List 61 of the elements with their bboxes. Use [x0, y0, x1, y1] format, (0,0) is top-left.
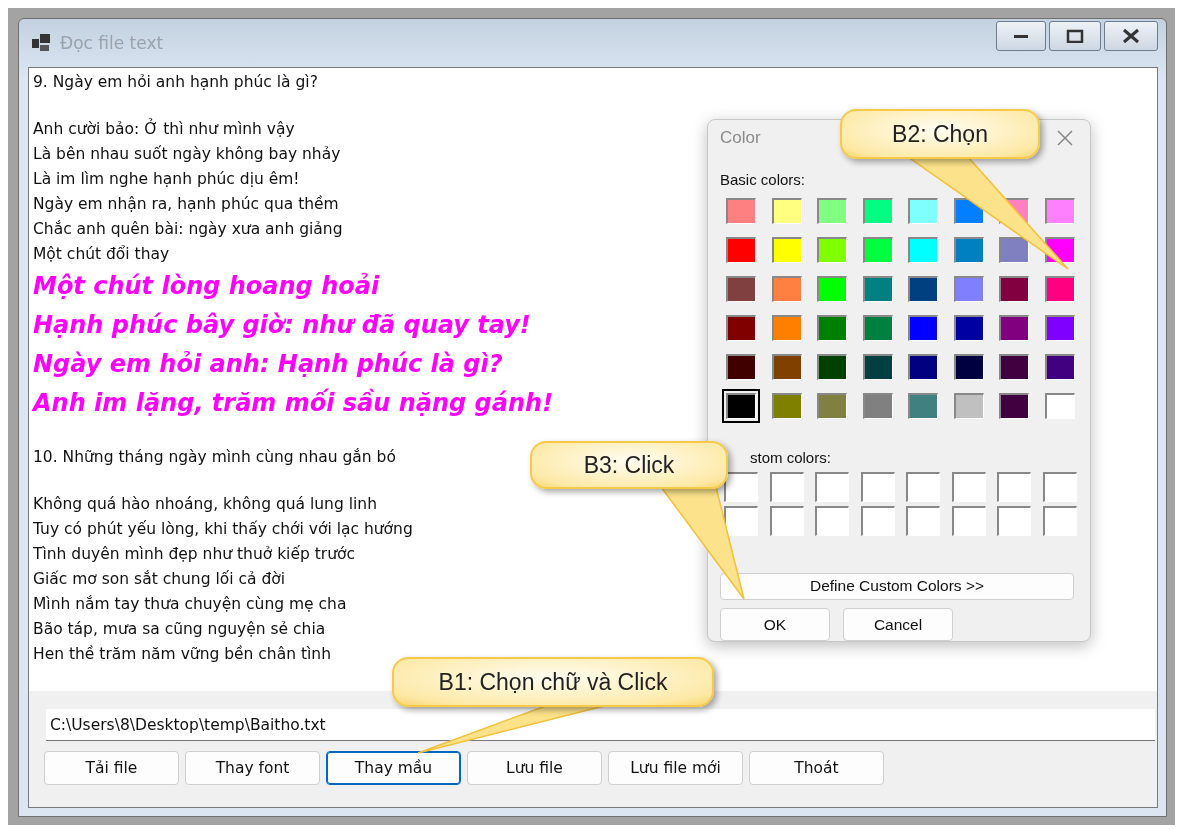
text-line: Không quá hào nhoáng, không quá lung linh	[33, 494, 377, 515]
custom-color-swatch[interactable]	[1042, 505, 1077, 536]
text-line: Tình duyên mình đẹp như thuở kiếp trước	[33, 544, 355, 565]
highlighted-line: Ngày em hỏi anh: Hạnh phúc là gì?	[33, 349, 503, 380]
text-line: Anh cười bảo: Ở thì như mình vậy	[33, 117, 295, 140]
text-line: Một chút đổi thay	[33, 244, 170, 265]
callout: B1: Chọn chữ và Click	[392, 657, 714, 707]
callout: B3: Click	[530, 441, 728, 489]
path-field[interactable]: C:\Users\8\Desktop\temp\Baitho.txt	[46, 709, 1155, 741]
custom-color-swatch[interactable]	[997, 505, 1031, 536]
app-icon	[32, 33, 52, 53]
toolbar-button[interactable]: Thoát	[749, 751, 884, 785]
cancel-button[interactable]: Cancel	[843, 608, 953, 641]
text-line: Tuy có phút yếu lòng, khi thấy chới với lạc hướng	[33, 519, 413, 540]
custom-color-swatch[interactable]	[1042, 471, 1077, 502]
custom-color-swatch[interactable]	[815, 471, 849, 502]
text-line: Là bên nhau suốt ngày không bay nhảy	[33, 144, 341, 165]
text-line: Giấc mơ son sắt chung lối cả đời	[33, 569, 286, 590]
toolbar-button[interactable]: Lưu file	[467, 751, 602, 785]
custom-color-swatch[interactable]	[860, 505, 895, 536]
highlighted-line: Hạnh phúc bây giờ: như đã quay tay!	[33, 310, 531, 341]
text-line: 10. Những tháng ngày mình cùng nhau gắn bó	[33, 447, 396, 468]
custom-color-swatch[interactable]	[769, 505, 804, 536]
text-line: Hen thề trăm năm vững bền chân tình	[33, 644, 331, 665]
color-swatch[interactable]	[722, 388, 760, 423]
text-line: Ngày em nhận ra, hạnh phúc qua thềm	[33, 194, 339, 215]
maximize-button[interactable]	[1049, 21, 1101, 51]
text-line: Là im lìm nghe hạnh phúc dịu êm!	[33, 169, 300, 190]
highlighted-line: Một chút lòng hoang hoải	[33, 271, 380, 302]
dialog-title: Color	[720, 128, 761, 149]
toolbar-button[interactable]: Thay mầu	[326, 751, 461, 785]
text-line: Chắc anh quên bài: ngày xưa anh giảng	[33, 219, 343, 240]
custom-color-swatch[interactable]	[860, 471, 895, 502]
text-line: Mình nắm tay thưa chuyện cùng mẹ cha	[33, 594, 347, 615]
custom-color-swatch[interactable]	[951, 471, 986, 502]
custom-color-swatch[interactable]	[724, 505, 758, 536]
custom-color-swatch[interactable]	[997, 471, 1031, 502]
close-button[interactable]	[1104, 21, 1158, 51]
close-icon	[1121, 28, 1141, 44]
callout: B2: Chọn	[840, 109, 1040, 159]
toolbar-button[interactable]: Thay font	[185, 751, 320, 785]
text-line: Bão táp, mưa sa cũng nguyện sẻ chia	[33, 619, 326, 640]
minimize-button[interactable]	[996, 21, 1046, 51]
custom-color-swatch[interactable]	[951, 505, 986, 536]
window-title: Đọc file text	[60, 33, 164, 53]
toolbar-button[interactable]: Lưu file mới	[608, 751, 743, 785]
basic-colors-label: Basic colors:	[720, 170, 806, 188]
maximize-icon	[1066, 29, 1084, 43]
custom-color-swatch[interactable]	[724, 471, 758, 502]
toolbar-button[interactable]: Tải file	[44, 751, 179, 785]
custom-colors-label: stom colors:	[750, 448, 831, 466]
close-icon[interactable]	[1056, 129, 1074, 148]
minimize-icon	[1013, 32, 1029, 40]
text-line: 9. Ngày em hỏi anh hạnh phúc là gì?	[33, 72, 318, 93]
custom-color-swatch[interactable]	[906, 505, 940, 536]
define-custom-colors-button[interactable]: Define Custom Colors >>	[720, 572, 1074, 600]
custom-color-swatch[interactable]	[815, 505, 849, 536]
custom-color-swatch[interactable]	[769, 471, 804, 502]
highlighted-line: Anh im lặng, trăm mối sầu nặng gánh!	[33, 387, 554, 419]
custom-color-swatch[interactable]	[906, 471, 940, 502]
ok-button[interactable]: OK	[720, 608, 830, 641]
